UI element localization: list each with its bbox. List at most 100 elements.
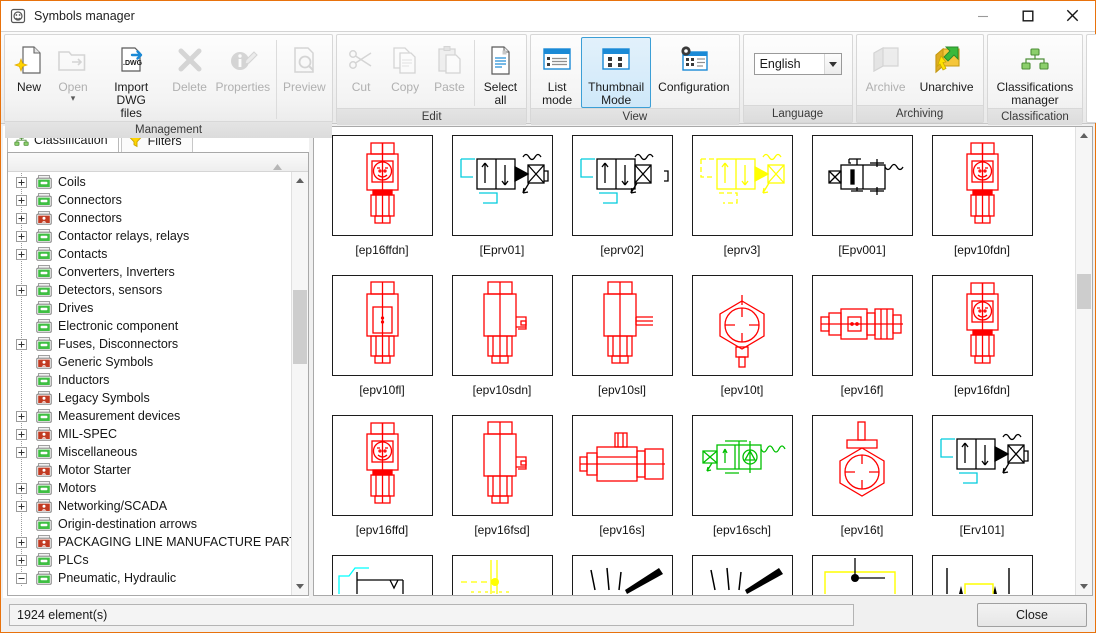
options-button[interactable]: Options ▾	[1089, 56, 1096, 104]
symbols-grid[interactable]: [ep16ffdn] [Eprv01] [eprv02] [eprv3] [Ep…	[314, 127, 1075, 595]
import-dwg-files-button[interactable]: .DWG Import DWG files	[95, 37, 167, 121]
expand-icon[interactable]	[16, 212, 27, 224]
tree-item-coils[interactable]: Coils	[8, 173, 291, 191]
symbol-thumbnail[interactable]	[331, 275, 433, 376]
symbol-cell[interactable]: [epv10sl]	[562, 275, 682, 415]
tree-item-drives[interactable]: Drives	[8, 299, 291, 317]
tree-item-plcs[interactable]: PLCs	[8, 551, 291, 569]
symbol-cell[interactable]	[322, 555, 442, 595]
tree-item-connectors[interactable]: Connectors	[8, 191, 291, 209]
chevron-down-icon[interactable]	[823, 54, 841, 74]
expand-icon[interactable]	[16, 248, 27, 260]
symbol-cell[interactable]: [ep16ffdn]	[322, 135, 442, 275]
symbol-thumbnail[interactable]	[931, 135, 1033, 236]
collapse-icon[interactable]	[16, 572, 27, 584]
symbol-thumbnail[interactable]	[931, 275, 1033, 376]
close-dialog-button[interactable]: Close	[977, 603, 1087, 627]
symbol-thumbnail[interactable]	[571, 275, 673, 376]
tree-item-mil-spec[interactable]: MIL-SPEC	[8, 425, 291, 443]
symbol-cell[interactable]: [epv16t]	[802, 415, 922, 555]
expand-icon[interactable]	[16, 338, 27, 350]
language-select[interactable]: English	[753, 53, 842, 75]
symbol-cell[interactable]: [epv16f]	[802, 275, 922, 415]
symbol-thumbnail[interactable]	[571, 135, 673, 236]
classifications-manager-button[interactable]: Classifications manager	[990, 37, 1081, 108]
tree-item-electronic-component[interactable]: Electronic component	[8, 317, 291, 335]
symbol-thumbnail[interactable]	[571, 415, 673, 516]
symbol-cell[interactable]: [Eprv01]	[442, 135, 562, 275]
tree-item-connectors[interactable]: Connectors	[8, 209, 291, 227]
tree-item-contactor-relays-relays[interactable]: Contactor relays, relays	[8, 227, 291, 245]
tree-item-motors[interactable]: Motors	[8, 479, 291, 497]
symbol-thumbnail[interactable]	[691, 275, 793, 376]
scroll-down-icon[interactable]	[292, 578, 308, 595]
symbol-cell[interactable]: [Erv101]	[922, 415, 1042, 555]
tree-item-converters-inverters[interactable]: Converters, Inverters	[8, 263, 291, 281]
tree-item-contacts[interactable]: Contacts	[8, 245, 291, 263]
symbol-cell[interactable]	[922, 555, 1042, 595]
symbol-thumbnail[interactable]	[691, 555, 793, 595]
tree-item-measurement-devices[interactable]: Measurement devices	[8, 407, 291, 425]
symbol-cell[interactable]: [Epv001]	[802, 135, 922, 275]
symbol-thumbnail[interactable]	[331, 135, 433, 236]
tree-item-pneumatic-hydraulic[interactable]: Pneumatic, Hydraulic	[8, 569, 291, 587]
open-dropdown-caret[interactable]: ▾	[71, 94, 76, 103]
grid-scroll-track[interactable]	[1076, 144, 1092, 578]
symbol-cell[interactable]: [epv16fsd]	[442, 415, 562, 555]
select-all-button[interactable]: Select all	[477, 37, 524, 108]
thumbnail-mode-button[interactable]: Thumbnail Mode	[581, 37, 652, 108]
tree-item-inductors[interactable]: Inductors	[8, 371, 291, 389]
expand-icon[interactable]	[16, 194, 27, 206]
grid-scroll-thumb[interactable]	[1077, 274, 1091, 309]
scroll-up-icon[interactable]	[1076, 127, 1092, 144]
symbol-cell[interactable]: [epv16ffd]	[322, 415, 442, 555]
paste-button[interactable]: Paste	[427, 37, 472, 108]
grid-scrollbar[interactable]	[1075, 127, 1092, 595]
expand-icon[interactable]	[16, 536, 27, 548]
symbol-thumbnail[interactable]	[931, 555, 1033, 595]
tree-item-packaging-line-manufacture-parts[interactable]: PACKAGING LINE MANUFACTURE PARTS	[8, 533, 291, 551]
scroll-down-icon[interactable]	[1076, 578, 1092, 595]
symbol-thumbnail[interactable]	[811, 415, 913, 516]
tree-item-detectors-sensors[interactable]: Detectors, sensors	[8, 281, 291, 299]
symbol-thumbnail[interactable]	[571, 555, 673, 595]
expand-icon[interactable]	[16, 176, 27, 188]
configuration-button[interactable]: Configuration	[651, 37, 736, 108]
delete-button[interactable]: Delete	[167, 37, 211, 121]
unarchive-button[interactable]: Unarchive	[913, 37, 981, 105]
tree-item-fuses-disconnectors[interactable]: Fuses, Disconnectors	[8, 335, 291, 353]
copy-button[interactable]: Copy	[383, 37, 427, 108]
symbol-thumbnail[interactable]	[451, 415, 553, 516]
symbol-cell[interactable]: [epv16s]	[562, 415, 682, 555]
symbol-cell[interactable]: [epv16fdn]	[922, 275, 1042, 415]
expand-icon[interactable]	[16, 482, 27, 494]
tree-item-legacy-symbols[interactable]: Legacy Symbols	[8, 389, 291, 407]
expand-icon[interactable]	[16, 554, 27, 566]
symbol-cell[interactable]: [eprv02]	[562, 135, 682, 275]
symbol-cell[interactable]	[562, 555, 682, 595]
new-button[interactable]: New	[7, 37, 51, 121]
symbol-thumbnail[interactable]	[811, 555, 913, 595]
properties-button[interactable]: Properties	[212, 37, 274, 121]
symbol-thumbnail[interactable]	[451, 275, 553, 376]
symbol-cell[interactable]: [epv16sch]	[682, 415, 802, 555]
symbol-cell[interactable]	[442, 555, 562, 595]
expand-icon[interactable]	[16, 428, 27, 440]
expand-icon[interactable]	[16, 410, 27, 422]
tree-scroll-track[interactable]	[292, 189, 308, 578]
symbol-thumbnail[interactable]	[931, 415, 1033, 516]
expand-icon[interactable]	[16, 500, 27, 512]
symbol-thumbnail[interactable]	[331, 415, 433, 516]
expand-icon[interactable]	[16, 230, 27, 242]
symbol-cell[interactable]: [epv10t]	[682, 275, 802, 415]
expand-icon[interactable]	[16, 284, 27, 296]
symbol-thumbnail[interactable]	[691, 135, 793, 236]
symbol-cell[interactable]: [epv10sdn]	[442, 275, 562, 415]
close-button[interactable]	[1050, 1, 1095, 30]
cut-button[interactable]: Cut	[339, 37, 383, 108]
symbol-thumbnail[interactable]	[811, 135, 913, 236]
list-mode-button[interactable]: List mode	[533, 37, 581, 108]
scroll-up-icon[interactable]	[292, 172, 308, 189]
tree-item-motor-starter[interactable]: Motor Starter	[8, 461, 291, 479]
tree-scrollbar[interactable]	[291, 172, 308, 595]
